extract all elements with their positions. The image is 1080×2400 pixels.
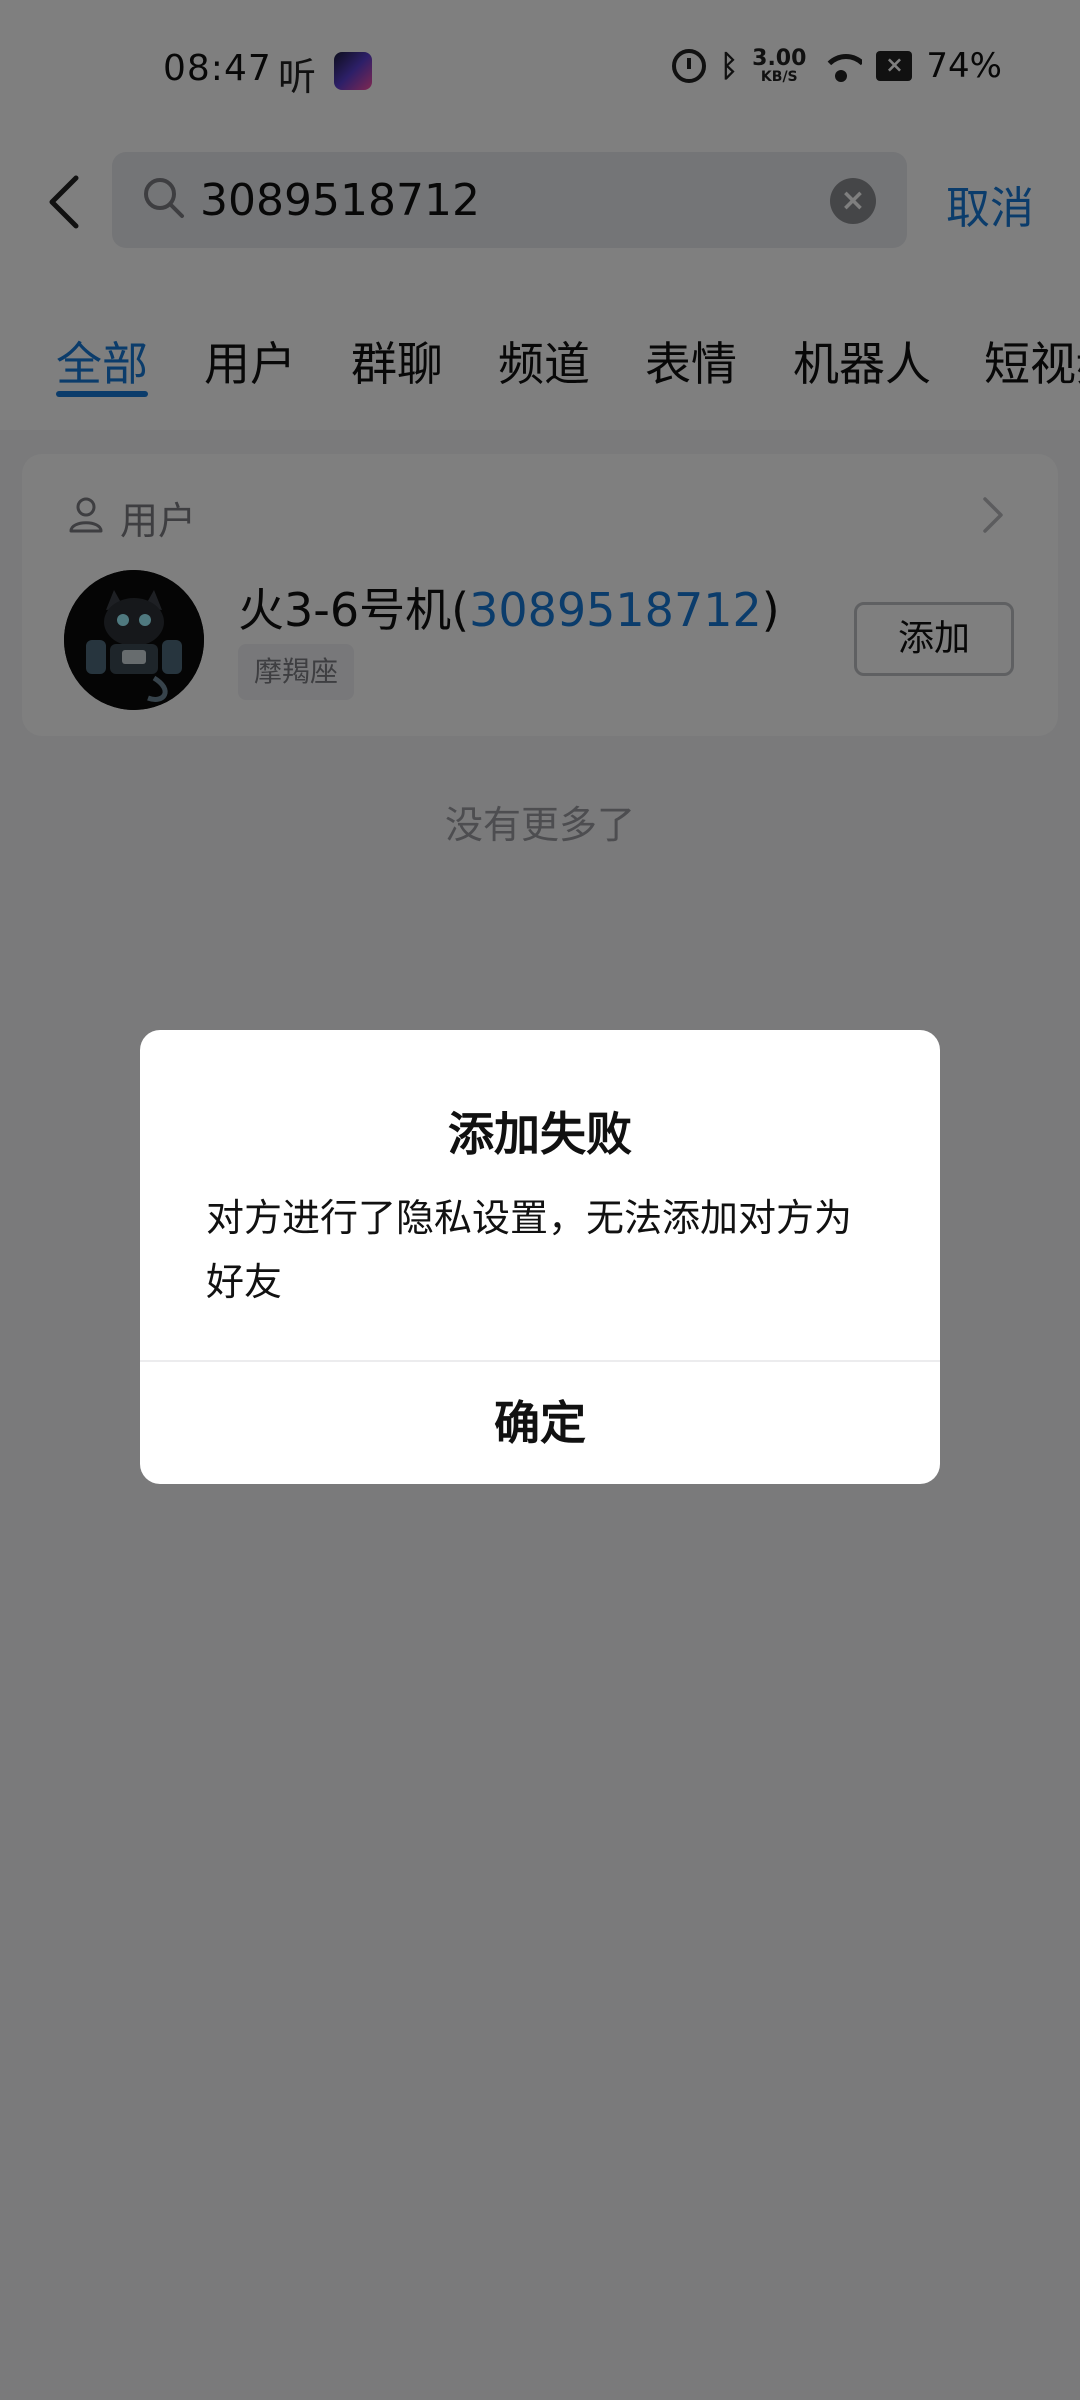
confirm-button[interactable]: 确定	[140, 1362, 940, 1484]
dialog-title: 添加失败	[448, 1107, 632, 1161]
dialog-message: 对方进行了隐私设置，无法添加对方为好友	[206, 1196, 853, 1304]
